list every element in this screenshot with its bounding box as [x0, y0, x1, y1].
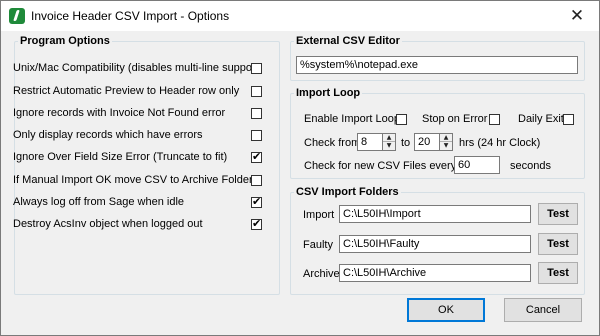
- external-editor-legend: External CSV Editor: [296, 35, 400, 47]
- option-label: Destroy AcsInv object when logged out: [13, 218, 203, 230]
- option-checkbox[interactable]: [251, 150, 262, 163]
- option-checkbox[interactable]: [251, 108, 262, 119]
- window-title: Invoice Header CSV Import - Options: [31, 9, 230, 23]
- test-import-folder-button[interactable]: Test: [538, 203, 578, 225]
- from-hour-value[interactable]: 8: [357, 133, 383, 151]
- daily-exit-label: Daily Exit: [518, 113, 564, 125]
- spin-up-icon[interactable]: ▲: [383, 134, 395, 142]
- check-every-label: Check for new CSV Files every: [304, 160, 457, 172]
- option-only-errors[interactable]: Only display records which have errors: [13, 129, 263, 143]
- option-label: If Manual Import OK move CSV to Archive …: [13, 174, 253, 186]
- import-folder-label: Import: [303, 209, 335, 221]
- test-archive-folder-button[interactable]: Test: [538, 262, 578, 284]
- option-label: Always log off from Sage when idle: [13, 196, 184, 208]
- option-checkbox[interactable]: [251, 130, 262, 141]
- option-checkbox[interactable]: [251, 175, 262, 186]
- archive-folder-input[interactable]: C:\L50IH\Archive: [339, 264, 531, 282]
- option-log-off-idle[interactable]: Always log off from Sage when idle: [13, 195, 263, 210]
- option-ignore-field-size[interactable]: Ignore Over Field Size Error (Truncate t…: [13, 150, 263, 165]
- external-editor-path-input[interactable]: %system%\notepad.exe: [296, 56, 578, 74]
- to-label: to: [401, 137, 411, 149]
- seconds-label: seconds: [510, 160, 551, 172]
- close-button[interactable]: ✕: [555, 1, 599, 31]
- option-move-to-archive[interactable]: If Manual Import OK move CSV to Archive …: [13, 174, 263, 188]
- check-every-seconds-input[interactable]: 60: [454, 156, 500, 174]
- program-options-legend: Program Options: [20, 35, 110, 47]
- daily-exit-checkbox[interactable]: [563, 114, 574, 125]
- option-destroy-acsinv[interactable]: Destroy AcsInv object when logged out: [13, 217, 263, 232]
- ok-button[interactable]: OK: [407, 298, 485, 322]
- option-unix-mac-compat[interactable]: Unix/Mac Compatibility (disables multi-l…: [13, 62, 263, 76]
- app-logo-icon: [9, 8, 25, 24]
- option-label: Only display records which have errors: [13, 129, 203, 141]
- option-label: Ignore Over Field Size Error (Truncate t…: [13, 151, 228, 163]
- to-hour-stepper[interactable]: 20 ▲ ▼: [414, 133, 454, 151]
- option-label: Ignore records with Invoice Not Found er…: [13, 107, 226, 119]
- spin-down-icon[interactable]: ▼: [383, 142, 395, 150]
- archive-folder-label: Archive: [303, 268, 340, 280]
- option-checkbox[interactable]: [251, 217, 262, 230]
- option-checkbox[interactable]: [251, 86, 262, 97]
- stop-on-error-checkbox[interactable]: [489, 114, 500, 125]
- check-from-label: Check from: [304, 137, 361, 149]
- stop-on-error-label: Stop on Error: [422, 113, 488, 125]
- hrs-clock-label: hrs (24 hr Clock): [459, 137, 541, 149]
- test-faulty-folder-button[interactable]: Test: [538, 233, 578, 255]
- enable-import-loop-checkbox[interactable]: [396, 114, 407, 125]
- option-label: Unix/Mac Compatibility (disables multi-l…: [13, 62, 263, 74]
- csv-import-folders-legend: CSV Import Folders: [296, 186, 399, 198]
- faulty-folder-label: Faulty: [303, 239, 333, 251]
- spin-down-icon[interactable]: ▼: [440, 142, 452, 150]
- import-loop-legend: Import Loop: [296, 87, 361, 99]
- cancel-button[interactable]: Cancel: [504, 298, 582, 322]
- option-ignore-invoice-not-found[interactable]: Ignore records with Invoice Not Found er…: [13, 107, 263, 121]
- title-bar: Invoice Header CSV Import - Options ✕: [1, 1, 599, 31]
- import-folder-input[interactable]: C:\L50IH\Import: [339, 205, 531, 223]
- to-hour-value[interactable]: 20: [414, 133, 440, 151]
- option-label: Restrict Automatic Preview to Header row…: [13, 85, 240, 97]
- option-restrict-preview[interactable]: Restrict Automatic Preview to Header row…: [13, 85, 263, 99]
- spin-up-icon[interactable]: ▲: [440, 134, 452, 142]
- option-checkbox[interactable]: [251, 195, 262, 208]
- options-dialog: Invoice Header CSV Import - Options ✕ Pr…: [0, 0, 600, 336]
- enable-import-loop-label: Enable Import Loop: [304, 113, 401, 125]
- faulty-folder-input[interactable]: C:\L50IH\Faulty: [339, 235, 531, 253]
- option-checkbox[interactable]: [251, 63, 262, 74]
- from-hour-stepper[interactable]: 8 ▲ ▼: [357, 133, 397, 151]
